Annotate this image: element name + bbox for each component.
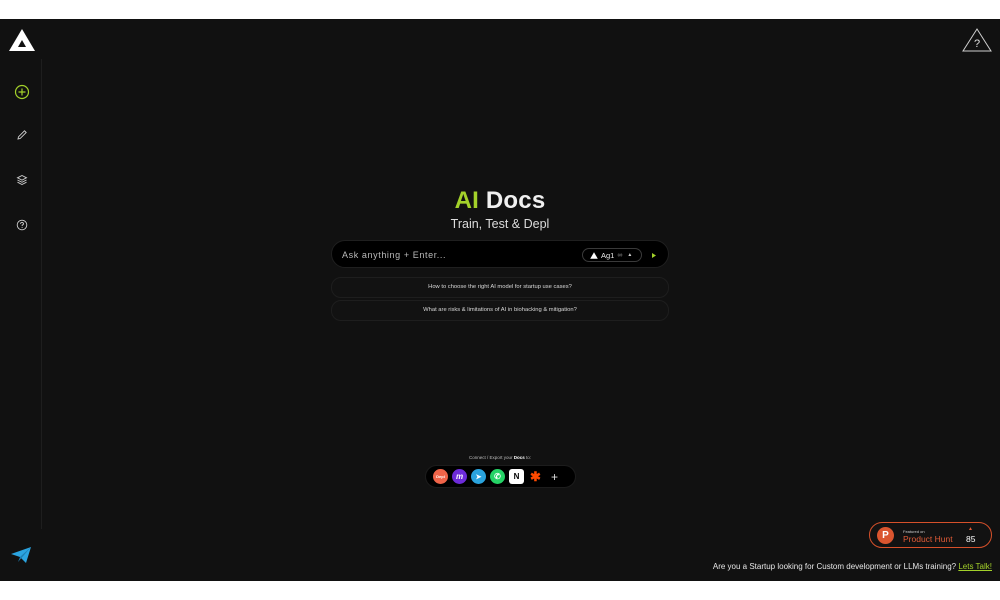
lets-talk-link[interactable]: Lets Talk! [958,562,992,571]
connect-label: Connect / Export your Docs to: [0,455,1000,460]
send-button[interactable] [650,250,658,260]
product-hunt-icon: P [877,527,894,544]
whatsapp-icon[interactable]: ✆ [490,469,505,484]
question-triangle-icon[interactable]: ? [961,27,993,53]
telegram-icon[interactable]: ➤ [471,469,486,484]
notion-icon[interactable]: N [509,469,524,484]
model-label: Ag1 [601,250,615,260]
page-title: AI Docs [0,187,1000,215]
sidebar [0,19,42,581]
connect-label-prefix: Connect / Export your [468,455,513,460]
page-subtitle: Train, Test & Depl [450,217,550,231]
footer-text: Are you a Startup looking for Custom dev… [712,562,957,571]
layers-icon [16,174,28,186]
triangle-logo-icon [590,251,598,259]
add-integration-button[interactable]: + [551,471,558,483]
play-arrow-icon [652,252,656,258]
upvote-count: 85 [966,534,976,544]
plus-circle-icon [14,84,30,100]
connect-label-suffix: to: [526,455,532,460]
app-window: ? AI Docs Train, Test & Depl Ag1 ∞ ▲ How… [0,19,1000,581]
product-hunt-name: Product Hunt [903,534,953,544]
suggestion-item[interactable]: What are risks & limitations of AI in bi… [331,300,669,321]
make-icon[interactable]: m [452,469,467,484]
model-suffix: ∞ [617,251,623,259]
pencil-icon [17,130,27,140]
title-accent: AI [454,187,480,214]
paper-plane-icon[interactable] [10,546,32,564]
upvote-arrow-icon: ▲ [968,526,973,532]
triangle-logo-icon[interactable] [8,28,36,52]
svg-text:?: ? [974,38,980,50]
caret-up-icon: ▲ [627,252,633,258]
depl-icon[interactable]: Depl [433,469,448,484]
product-hunt-badge[interactable]: P Featured on Product Hunt ▲ 85 [869,522,992,548]
footer-cta: Are you a Startup looking for Custom dev… [713,562,992,571]
model-selector[interactable]: Ag1 ∞ ▲ [582,248,642,262]
new-chat-button[interactable] [11,81,33,103]
integrations-bar: Depl m ➤ ✆ N ✱ + [425,465,576,488]
connect-label-bold: Docs [513,455,525,460]
zapier-icon[interactable]: ✱ [528,469,543,484]
suggestion-item[interactable]: How to choose the right AI model for sta… [331,277,669,298]
edit-button[interactable] [11,124,33,146]
title-rest: Docs [485,187,546,214]
search-bar: Ag1 ∞ ▲ [331,240,669,268]
search-input[interactable] [342,247,572,263]
